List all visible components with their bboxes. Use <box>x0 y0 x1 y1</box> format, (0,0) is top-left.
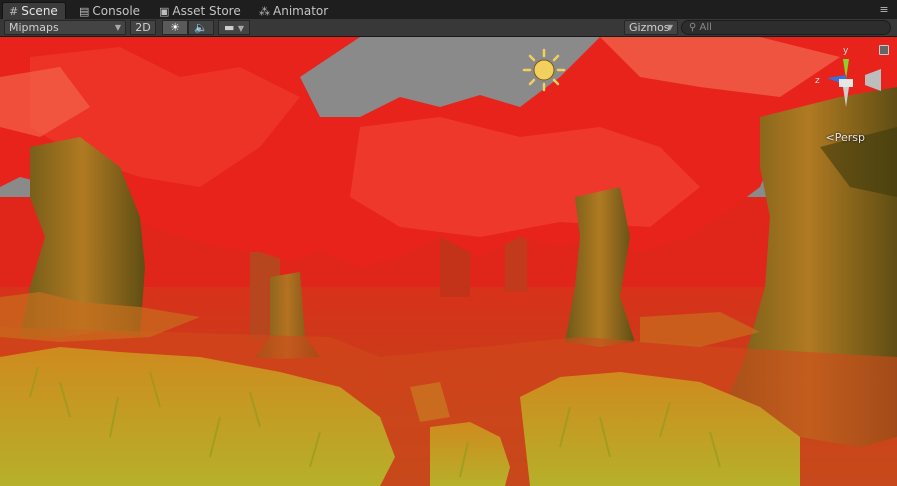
lock-icon[interactable] <box>879 45 889 55</box>
tab-bar: # Scene ▤ Console ▣ Asset Store ⁂ Animat… <box>0 0 897 20</box>
chevron-down-icon: ▼ <box>666 23 673 32</box>
tab-label: Asset Store <box>172 4 241 18</box>
animator-icon: ⁂ <box>259 4 270 18</box>
tab-asset-store[interactable]: ▣ Asset Store <box>152 2 250 19</box>
toggle-2d-button[interactable]: 2D <box>130 20 156 35</box>
tab-console[interactable]: ▤ Console <box>72 2 146 19</box>
scene-viewport[interactable]: y z <Persp <box>0 37 897 486</box>
render-mode-value: Mipmaps <box>9 21 59 34</box>
chevron-down-icon: ▼ <box>114 23 121 32</box>
tab-label: Animator <box>273 4 329 18</box>
bag-icon: ▣ <box>159 4 170 18</box>
tab-label: Scene <box>21 4 58 18</box>
grid-icon: # <box>9 4 19 18</box>
menu-icon[interactable]: ≡ <box>877 3 891 17</box>
search-icon: ⚲ <box>689 22 697 33</box>
chevron-left-icon: < <box>825 131 835 144</box>
console-icon: ▤ <box>79 4 90 18</box>
audio-toggle-button[interactable]: 🔈 <box>188 20 214 35</box>
projection-toggle[interactable]: <Persp <box>826 131 865 144</box>
effects-dropdown[interactable]: ▬ ▼ <box>218 20 250 35</box>
gizmos-dropdown[interactable]: Gizmos ▼ <box>624 20 678 35</box>
scene-search-input[interactable]: ⚲ All <box>681 20 891 35</box>
scene-render <box>0 37 897 486</box>
tab-label: Console <box>92 4 141 18</box>
speaker-icon: 🔈 <box>194 21 208 34</box>
tab-animator[interactable]: ⁂ Animator <box>252 2 338 19</box>
lighting-toggle-button[interactable]: ☀ <box>162 20 188 35</box>
gizmos-label: Gizmos <box>629 21 670 34</box>
directional-light-icon[interactable] <box>522 48 566 92</box>
image-icon: ▬ <box>223 21 235 34</box>
projection-label: Persp <box>834 131 865 144</box>
sun-icon: ☀ <box>170 21 180 34</box>
tab-scene[interactable]: # Scene <box>2 2 66 19</box>
scene-toolbar: Mipmaps ▼ 2D ☀ 🔈 ▬ ▼ Gizmos ▼ ⚲ All <box>0 19 897 37</box>
orientation-gizmo-icon[interactable]: y z <box>813 43 883 115</box>
render-mode-dropdown[interactable]: Mipmaps ▼ <box>4 20 126 35</box>
gizmo-y-label: y <box>843 46 849 56</box>
search-placeholder: All <box>699 22 712 33</box>
chevron-down-icon: ▼ <box>237 24 245 33</box>
gizmo-z-label: z <box>815 76 820 86</box>
